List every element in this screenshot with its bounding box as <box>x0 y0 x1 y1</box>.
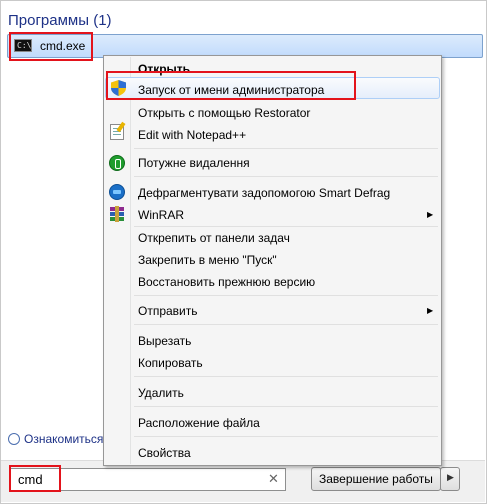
clear-search-icon[interactable]: ✕ <box>268 471 279 487</box>
programs-section-header: Программы (1) <box>8 12 112 29</box>
menu-item-pin-start-label: Закрепить в меню "Пуск" <box>138 253 277 267</box>
menu-item-cut-label: Вырезать <box>138 334 192 348</box>
shutdown-label[interactable]: Завершение работы <box>319 472 433 486</box>
chevron-right-icon: ▶ <box>447 472 454 482</box>
annotation-highlight-result <box>9 32 93 61</box>
power-uninstall-icon <box>109 155 125 171</box>
menu-item-smart-defrag-label: Дефрагментувати задопомогою Smart Defrag <box>138 186 391 200</box>
menu-separator <box>134 148 438 149</box>
learn-more-link[interactable]: Ознакомиться <box>8 432 103 446</box>
menu-separator <box>134 295 438 296</box>
menu-item-copy-label: Копировать <box>138 356 203 370</box>
annotation-highlight-search <box>9 465 61 492</box>
menu-separator <box>134 376 438 377</box>
menu-separator <box>134 226 438 227</box>
search-icon <box>8 433 20 445</box>
menu-item-properties-label: Свойства <box>138 446 191 460</box>
submenu-arrow-icon: ▶ <box>427 306 434 315</box>
menu-separator <box>134 436 438 437</box>
menu-item-restore-version-label: Восстановить прежнюю версию <box>138 275 316 289</box>
submenu-arrow-icon: ▶ <box>427 210 434 219</box>
notepad-plus-plus-icon <box>110 124 124 140</box>
shutdown-options-button[interactable]: ▶ <box>440 467 460 491</box>
menu-separator <box>134 176 438 177</box>
smart-defrag-icon <box>109 184 125 200</box>
menu-item-edit-notepad-label: Edit with Notepad++ <box>138 128 247 142</box>
winrar-icon <box>110 206 124 222</box>
menu-item-unpin-taskbar-label: Открепить от панели задач <box>138 231 290 245</box>
menu-item-file-location-label: Расположение файла <box>138 416 260 430</box>
menu-separator <box>134 324 438 325</box>
annotation-highlight-admin <box>106 71 356 100</box>
menu-item-power-uninstall-label: Потужне видалення <box>138 156 250 170</box>
menu-item-delete-label: Удалить <box>138 386 184 400</box>
menu-separator <box>134 406 438 407</box>
menu-item-send-to-label: Отправить <box>138 304 198 318</box>
learn-more-label[interactable]: Ознакомиться <box>24 432 103 446</box>
menu-item-open-with-restorator-label: Открыть с помощью Restorator <box>138 106 311 120</box>
menu-item-winrar-label: WinRAR <box>138 208 185 222</box>
